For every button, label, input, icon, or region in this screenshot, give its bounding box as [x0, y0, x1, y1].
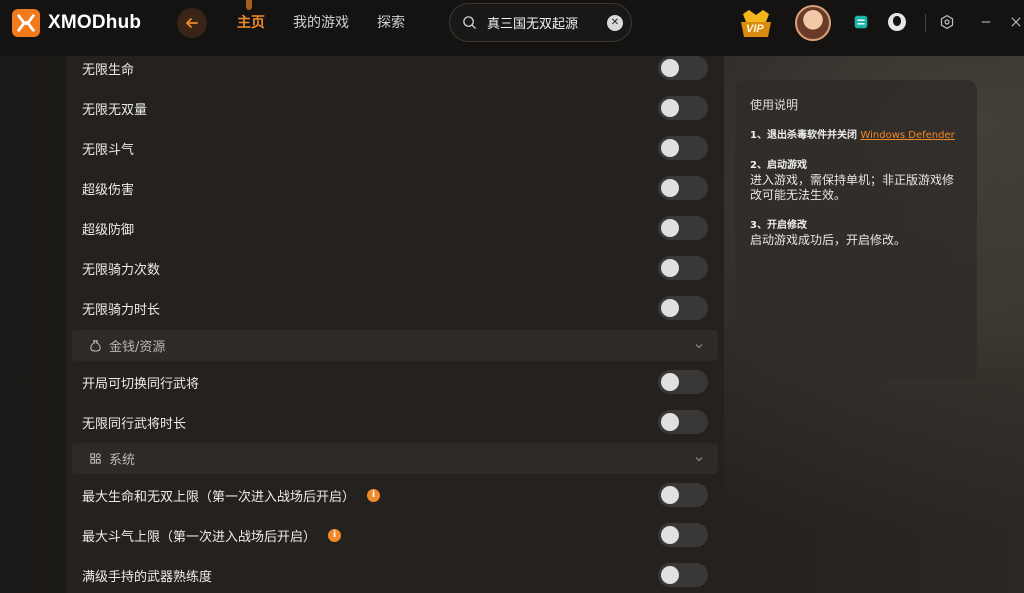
instruction-step: 3、开启修改 启动游戏成功后，开启修改。 — [750, 219, 962, 248]
cheat-row: 无限生命 — [82, 48, 708, 88]
back-button[interactable] — [177, 8, 207, 38]
cube-icon[interactable] — [851, 12, 871, 32]
cheat-row: 超级防御 — [82, 208, 708, 248]
cheat-list-panel: 无限生命 无限无双量 无限斗气 超级伤害 超级防御 无限骑力次数 无限骑力时长 … — [66, 56, 724, 593]
clear-search-icon[interactable]: ✕ — [607, 14, 623, 31]
cheat-label: 无限同行武将时长 — [82, 416, 187, 432]
cheat-toggle[interactable] — [658, 256, 708, 280]
cheat-label: 满级手持的武器熟练度 — [82, 569, 213, 585]
cheat-toggle[interactable] — [658, 96, 708, 120]
search-box[interactable]: ✕ — [449, 3, 632, 42]
toggle-knob — [661, 526, 679, 544]
step-title: 3、开启修改 — [750, 220, 807, 231]
cheat-row: 无限骑力次数 — [82, 248, 708, 288]
cheat-toggle[interactable] — [658, 563, 708, 587]
cheat-label: 最大斗气上限（第一次进入战场后开启） — [82, 529, 317, 545]
step-title: 2、启动游戏 — [750, 160, 807, 171]
cheat-label: 无限生命 — [82, 62, 135, 78]
cheat-row: 超级伤害 — [82, 168, 708, 208]
cheat-toggle[interactable] — [658, 523, 708, 547]
chevron-down-icon — [695, 456, 703, 461]
cheat-row: 无限斗气 — [82, 128, 708, 168]
cheat-label: 无限无双量 — [82, 102, 148, 118]
minimize-icon[interactable] — [976, 12, 996, 32]
section-system-header[interactable]: 系统 — [72, 443, 718, 474]
cheat-row: 无限骑力时长 — [82, 288, 708, 328]
info-icon[interactable]: i — [328, 528, 342, 542]
main-nav: 主页 我的游戏 探索 — [237, 12, 405, 32]
cheat-row: 无限无双量 — [82, 88, 708, 128]
step-body: 启动游戏成功后，开启修改。 — [750, 233, 907, 247]
toggle-knob — [661, 139, 679, 157]
settings-icon[interactable] — [937, 12, 957, 32]
app-name: XMODhub — [48, 12, 142, 33]
windows-defender-link[interactable]: Windows Defender — [860, 130, 954, 141]
toggle-knob — [661, 566, 679, 584]
toggle-knob — [661, 299, 679, 317]
chevron-down-icon — [695, 343, 703, 348]
instruction-step: 2、启动游戏 进入游戏，需保持单机；非正版游戏修改可能无法生效。 — [750, 159, 962, 203]
search-input[interactable] — [487, 15, 607, 30]
nav-explore[interactable]: 探索 — [377, 12, 405, 32]
cheat-label: 超级伤害 — [82, 182, 135, 198]
info-icon[interactable]: i — [367, 488, 381, 502]
cheat-toggle[interactable] — [658, 136, 708, 160]
cheat-toggle[interactable] — [658, 370, 708, 394]
grid-icon — [90, 453, 101, 464]
cheat-label: 无限骑力时长 — [82, 302, 161, 318]
cheat-row: 开局可切换同行武将 — [82, 362, 708, 402]
cheat-row: 无限同行武将时长 — [82, 402, 708, 442]
app-logo[interactable]: XMODhub — [12, 9, 141, 37]
cheat-toggle[interactable] — [658, 176, 708, 200]
cheat-label: 开局可切换同行武将 — [82, 376, 200, 392]
cheat-row: 满级手持的武器熟练度 — [82, 555, 708, 593]
arrow-left-icon — [186, 18, 198, 28]
message-icon[interactable] — [887, 12, 907, 32]
section-label: 金钱/资源 — [109, 340, 166, 355]
nav-home[interactable]: 主页 — [237, 12, 265, 32]
cheat-row: 最大生命和无双上限（第一次进入战场后开启） i — [82, 475, 708, 515]
cheat-toggle[interactable] — [658, 483, 708, 507]
toggle-knob — [661, 413, 679, 431]
cheat-row: 最大斗气上限（第一次进入战场后开启） i — [82, 515, 708, 555]
toggle-knob — [661, 259, 679, 277]
avatar[interactable] — [795, 5, 831, 41]
section-label: 系统 — [109, 453, 136, 468]
instructions-title: 使用说明 — [750, 98, 799, 112]
cheat-label: 最大生命和无双上限（第一次进入战场后开启） — [82, 489, 356, 505]
toggle-knob — [661, 486, 679, 504]
cheat-toggle[interactable] — [658, 216, 708, 240]
toggle-knob — [661, 59, 679, 77]
search-icon — [463, 16, 476, 29]
money-bag-icon — [90, 340, 101, 352]
xmod-logo-icon — [12, 9, 40, 37]
nav-active-indicator — [246, 0, 252, 10]
step-body: 进入游戏，需保持单机；非正版游戏修改可能无法生效。 — [750, 173, 955, 202]
section-money-header[interactable]: 金钱/资源 — [72, 330, 718, 361]
close-icon[interactable] — [1008, 12, 1024, 32]
cheat-toggle[interactable] — [658, 296, 708, 320]
instructions-panel: 使用说明 1、退出杀毒软件并关闭 Windows Defender 2、启动游戏… — [735, 80, 977, 379]
cheat-toggle[interactable] — [658, 410, 708, 434]
step-title: 1、退出杀毒软件并关闭 — [750, 130, 857, 141]
toggle-knob — [661, 99, 679, 117]
vip-badge-icon[interactable]: VIP — [737, 8, 775, 40]
header-divider — [925, 14, 926, 32]
nav-my-games[interactable]: 我的游戏 — [293, 12, 349, 32]
cheat-label: 无限骑力次数 — [82, 262, 161, 278]
cheat-toggle[interactable] — [658, 56, 708, 80]
cheat-label: 超级防御 — [82, 222, 135, 238]
cheat-label: 无限斗气 — [82, 142, 135, 158]
toggle-knob — [661, 373, 679, 391]
instruction-step: 1、退出杀毒软件并关闭 Windows Defender — [750, 129, 962, 143]
toggle-knob — [661, 179, 679, 197]
vip-label: VIP — [746, 23, 764, 35]
toggle-knob — [661, 219, 679, 237]
